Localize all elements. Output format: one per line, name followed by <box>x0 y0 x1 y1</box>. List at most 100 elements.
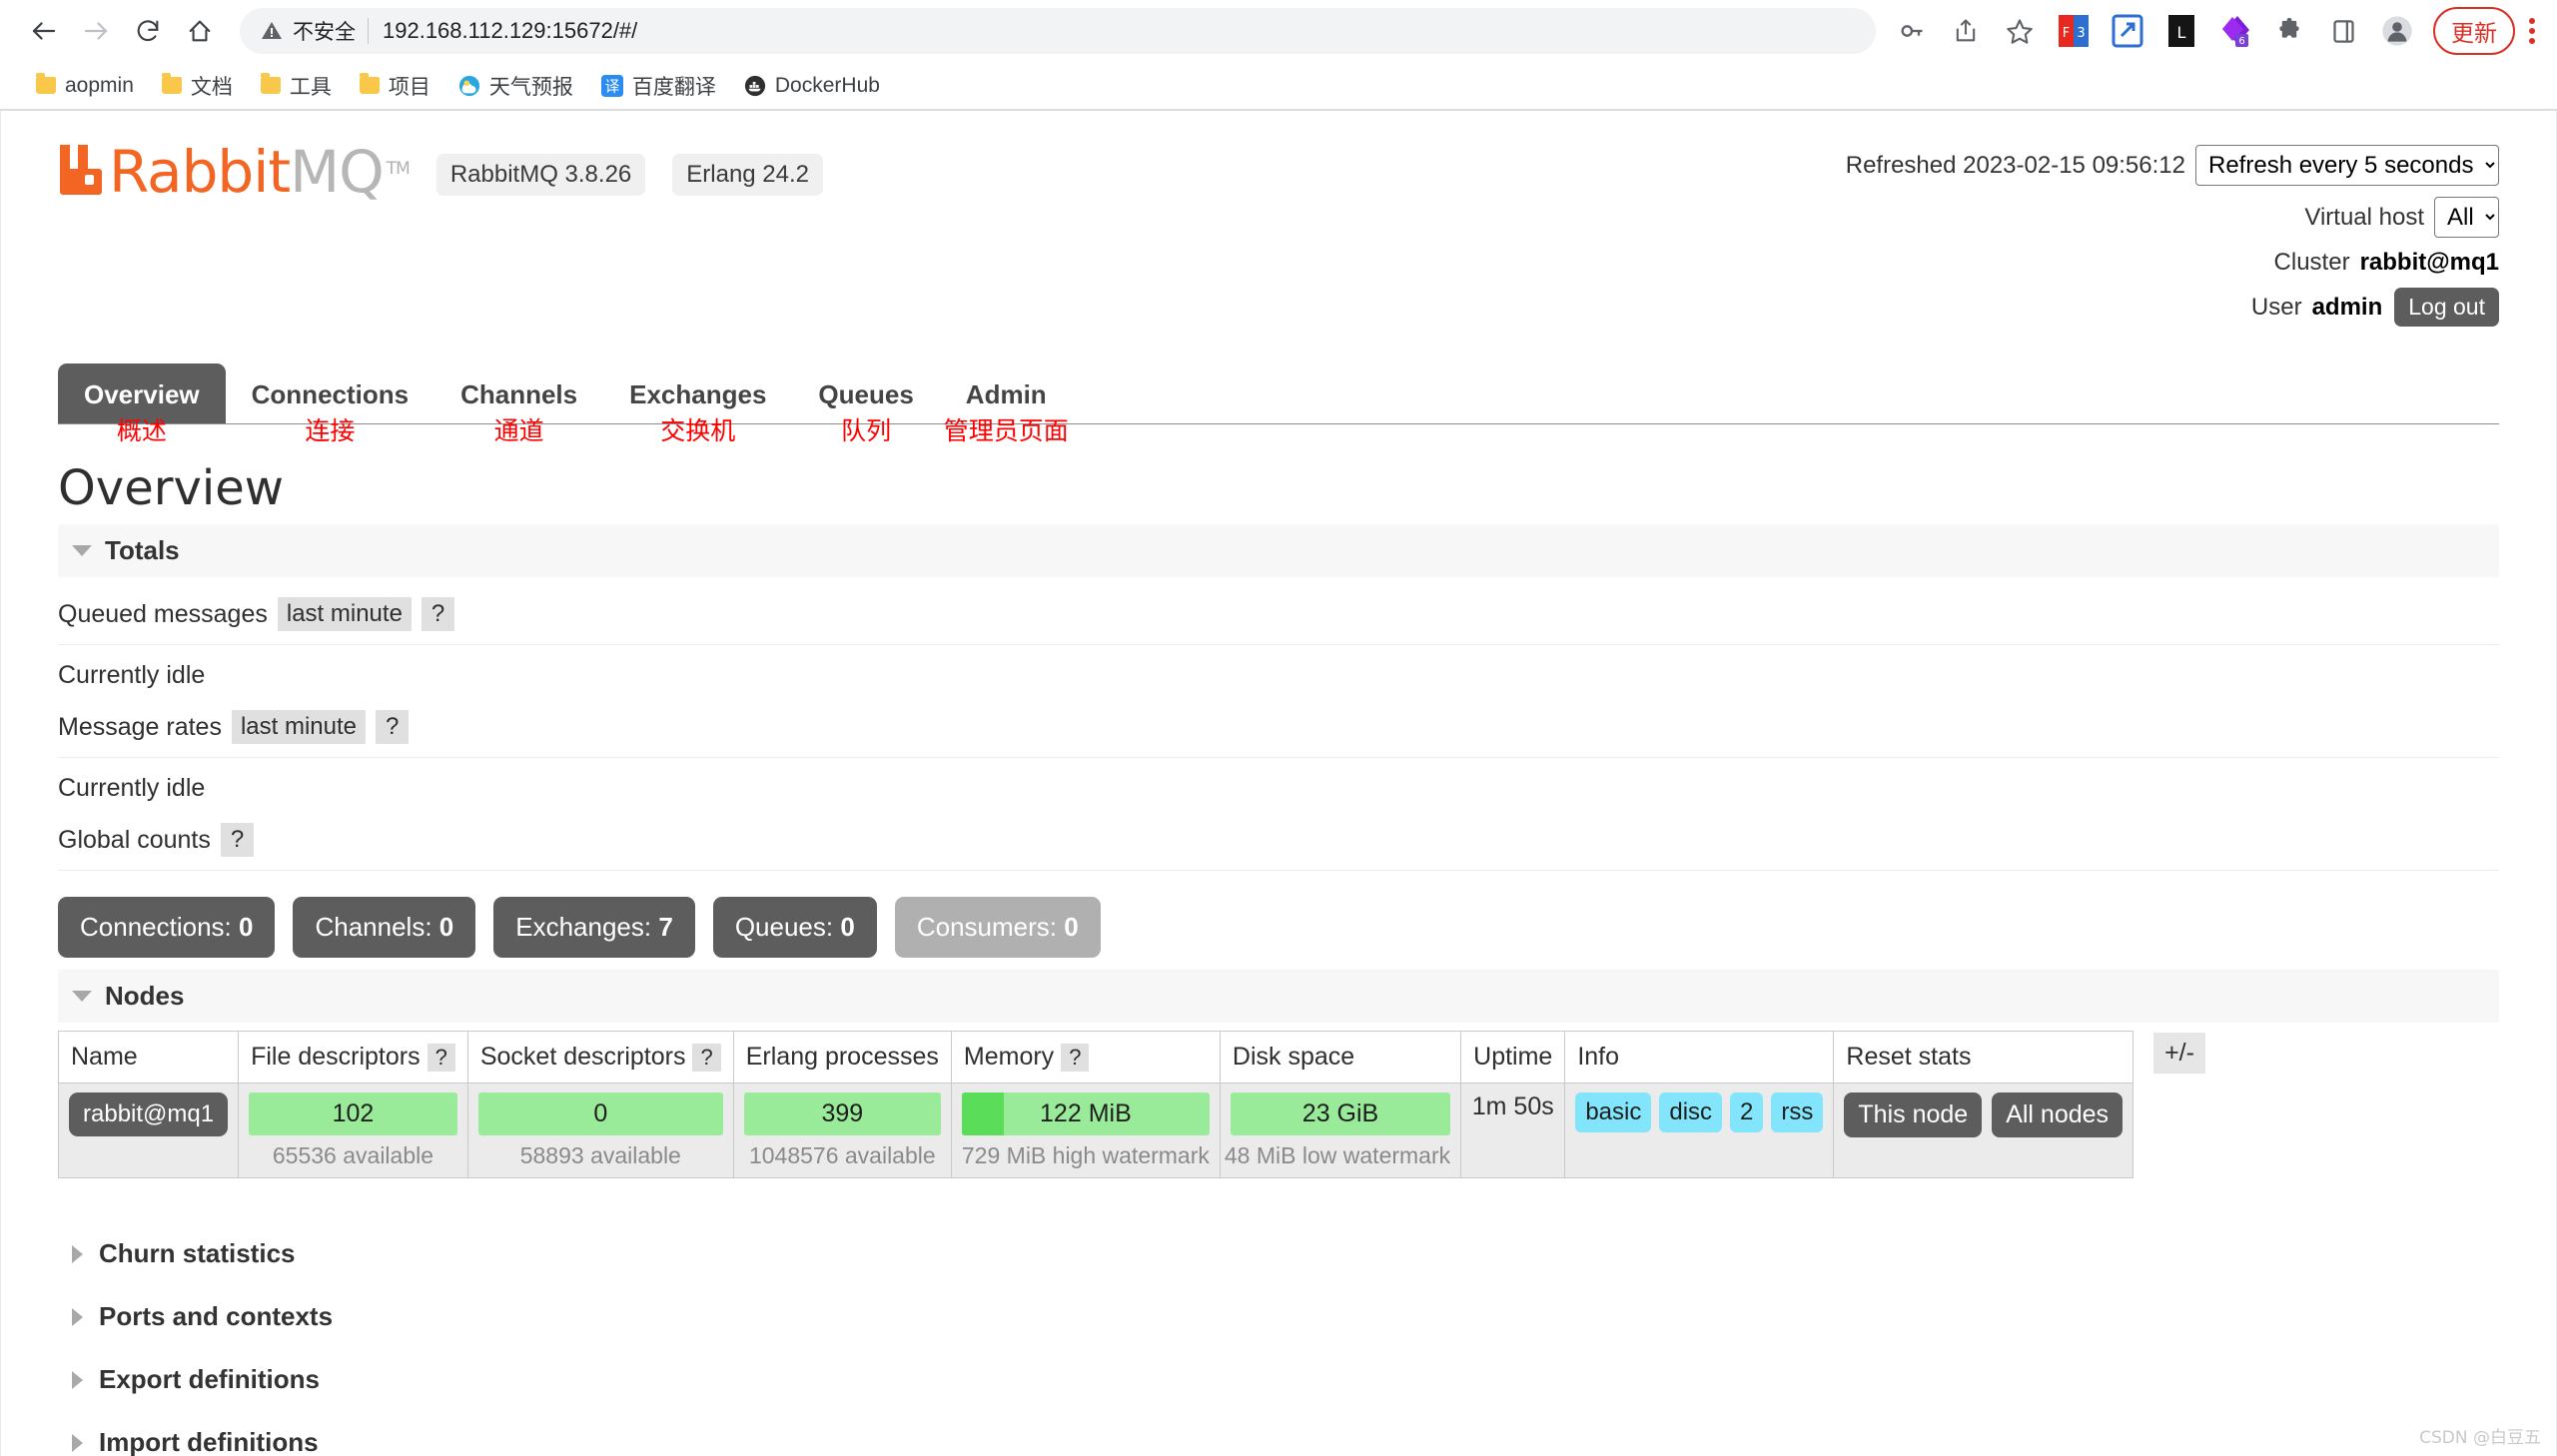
bookmark-item[interactable]: 天气预报 <box>444 67 587 105</box>
message-rates-period-chip[interactable]: last minute <box>232 710 366 744</box>
tab-list: Overview 概述 Connections 连接 Channels 通道 E… <box>58 364 2499 423</box>
puzzle-icon[interactable] <box>2263 5 2315 57</box>
sidepanel-icon[interactable] <box>2317 5 2369 57</box>
reset-all-nodes-button[interactable]: All nodes <box>1992 1092 2123 1137</box>
col-disk-space[interactable]: Disk space <box>1220 1032 1460 1084</box>
tab-annotation-channels: 通道 <box>434 411 603 447</box>
back-arrow-icon[interactable] <box>18 5 70 57</box>
file-descriptors-help-icon[interactable]: ? <box>427 1044 455 1072</box>
col-name[interactable]: Name <box>59 1032 239 1084</box>
kebab-menu-icon[interactable] <box>2529 18 2535 44</box>
info-badge-disc[interactable]: disc <box>1659 1092 1722 1132</box>
page-left-border <box>0 111 1 1456</box>
svg-text:译: 译 <box>605 78 620 95</box>
col-reset-stats[interactable]: Reset stats <box>1834 1032 2133 1084</box>
reset-stats-buttons: This node All nodes <box>1844 1092 2123 1137</box>
bookmark-item[interactable]: 译 百度翻译 <box>587 67 730 105</box>
queued-messages-period-chip[interactable]: last minute <box>278 597 412 631</box>
cell-memory: 122 MiB 729 MiB high watermark <box>951 1084 1220 1178</box>
tab-connections[interactable]: Connections 连接 <box>226 364 434 423</box>
ext-dark-icon[interactable]: L <box>2155 5 2207 57</box>
bookmark-label: 项目 <box>389 71 430 101</box>
star-icon[interactable] <box>1994 5 2046 57</box>
bookmark-item[interactable]: DockerHub <box>730 70 894 102</box>
reload-icon[interactable] <box>122 5 174 57</box>
col-socket-descriptors[interactable]: Socket descriptors? <box>467 1032 733 1084</box>
profile-avatar-icon[interactable] <box>2371 5 2423 57</box>
bookmark-label: 文档 <box>191 71 233 101</box>
bookmark-label: DockerHub <box>775 74 880 98</box>
tab-channels[interactable]: Channels 通道 <box>434 364 603 423</box>
info-badge-count[interactable]: 2 <box>1730 1092 1763 1132</box>
info-badge-rss[interactable]: rss <box>1771 1092 1823 1132</box>
col-file-descriptors[interactable]: File descriptors? <box>239 1032 468 1084</box>
nodes-section-header[interactable]: Nodes <box>58 970 2499 1023</box>
tabs-underline <box>58 423 2499 424</box>
cell-erlang-processes: 399 1048576 available <box>733 1084 951 1178</box>
bookmark-item[interactable]: 工具 <box>247 67 346 105</box>
col-label: Name <box>71 1043 138 1071</box>
tab-queues[interactable]: Queues 队列 <box>792 364 939 423</box>
refresh-interval-select[interactable]: Refresh every 5 seconds <box>2195 145 2499 186</box>
disk-space-value: 23 GiB <box>1302 1099 1378 1127</box>
browser-toolbar: 不安全 192.168.112.129:15672/#/ F3 L <box>0 0 2557 62</box>
nodes-header-row: Name File descriptors? Socket descriptor… <box>59 1032 2133 1084</box>
toggle-columns-button[interactable]: +/- <box>2153 1033 2205 1074</box>
queued-messages-label: Queued messages <box>58 600 268 629</box>
docker-icon <box>744 75 766 97</box>
socket-descriptors-help-icon[interactable]: ? <box>692 1044 720 1072</box>
queued-messages-idle: Currently idle <box>58 645 2499 696</box>
section-label: Export definitions <box>99 1364 320 1395</box>
col-memory[interactable]: Memory? <box>951 1032 1220 1084</box>
section-churn-statistics[interactable]: Churn statistics <box>58 1222 2499 1285</box>
col-info[interactable]: Info <box>1565 1032 1834 1084</box>
bookmark-item[interactable]: 文档 <box>148 67 247 105</box>
svg-text:F: F <box>2063 26 2070 41</box>
forward-arrow-icon[interactable] <box>70 5 122 57</box>
rabbitmq-logo[interactable]: RabbitMQTM <box>58 139 410 200</box>
key-icon[interactable] <box>1886 5 1938 57</box>
home-icon[interactable] <box>174 5 226 57</box>
file-descriptors-note: 65536 available <box>249 1142 457 1169</box>
count-connections-button[interactable]: Connections: 0 <box>58 897 275 958</box>
queued-messages-help-icon[interactable]: ? <box>422 597 454 631</box>
message-rates-help-icon[interactable]: ? <box>376 710 409 744</box>
section-export-definitions[interactable]: Export definitions <box>58 1348 2499 1411</box>
info-badge-basic[interactable]: basic <box>1575 1092 1651 1132</box>
count-consumers-button[interactable]: Consumers: 0 <box>895 897 1101 958</box>
share-icon[interactable] <box>1940 5 1992 57</box>
count-channels-button[interactable]: Channels: 0 <box>293 897 475 958</box>
tab-admin[interactable]: Admin 管理员页面 <box>940 364 1073 423</box>
col-uptime[interactable]: Uptime <box>1461 1032 1565 1084</box>
count-exchanges-button[interactable]: Exchanges: 7 <box>493 897 695 958</box>
vhost-select[interactable]: All <box>2434 197 2499 238</box>
node-name-link[interactable]: rabbit@mq1 <box>69 1092 228 1136</box>
section-label: Ports and contexts <box>99 1301 333 1332</box>
page-title: Overview <box>58 460 2499 516</box>
tab-exchanges[interactable]: Exchanges 交换机 <box>603 364 792 423</box>
update-button[interactable]: 更新 <box>2433 7 2515 55</box>
logout-button[interactable]: Log out <box>2394 288 2499 327</box>
svg-text:6: 6 <box>2238 36 2244 47</box>
ext-screenshot-icon[interactable] <box>2102 5 2153 57</box>
bookmark-item[interactable]: aopmin <box>22 70 148 102</box>
cell-uptime: 1m 50s <box>1461 1084 1565 1178</box>
count-queues-button[interactable]: Queues: 0 <box>713 897 877 958</box>
omnibox[interactable]: 不安全 192.168.112.129:15672/#/ <box>240 8 1876 54</box>
tab-overview[interactable]: Overview 概述 <box>58 364 226 423</box>
chevron-right-icon <box>72 1245 83 1263</box>
section-ports-and-contexts[interactable]: Ports and contexts <box>58 1285 2499 1348</box>
totals-section-header[interactable]: Totals <box>58 524 2499 577</box>
section-import-definitions[interactable]: Import definitions <box>58 1411 2499 1456</box>
col-erlang-processes[interactable]: Erlang processes <box>733 1032 951 1084</box>
socket-descriptors-bar: 0 <box>478 1092 723 1135</box>
url-text[interactable]: 192.168.112.129:15672/#/ <box>383 18 637 44</box>
memory-bar: 122 MiB <box>962 1092 1210 1135</box>
global-counts-help-icon[interactable]: ? <box>221 823 254 857</box>
bookmark-item[interactable]: 项目 <box>346 67 444 105</box>
ext-diamond-icon[interactable]: 6 <box>2209 5 2261 57</box>
erlang-processes-note: 1048576 available <box>744 1142 941 1169</box>
ext-pdf-icon[interactable]: F3 <box>2048 5 2100 57</box>
reset-this-node-button[interactable]: This node <box>1844 1092 1982 1137</box>
memory-help-icon[interactable]: ? <box>1061 1044 1089 1072</box>
